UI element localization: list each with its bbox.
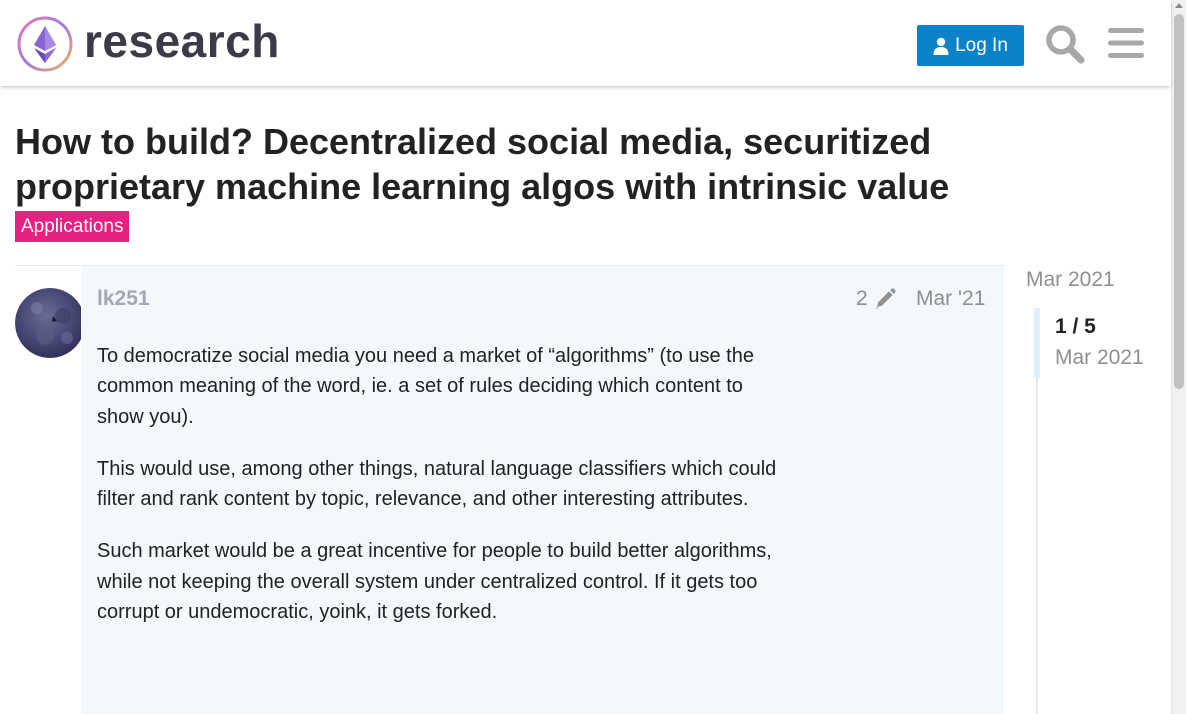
timeline-current-date: Mar 2021 [1055,346,1144,369]
avatar[interactable] [15,288,85,358]
site-header: research Log In [0,0,1171,86]
scrollbar-thumb[interactable] [1174,14,1184,389]
timeline-post-count: 1 / 5 [1055,315,1096,338]
post-paragraph: Such market would be a great incentive f… [97,540,772,624]
user-icon [933,37,949,55]
search-icon[interactable] [1045,24,1085,64]
post-paragraph: To democratize social media you need a m… [97,345,754,428]
post-content: To democratize social media you need a m… [97,341,787,649]
ethereum-logo-icon[interactable] [16,15,74,73]
post-date[interactable]: Mar '21 [916,284,985,314]
edit-count: 2 [856,287,868,310]
login-button[interactable]: Log In [917,25,1024,66]
hamburger-menu-icon[interactable] [1108,26,1144,60]
pencil-icon [875,288,896,309]
topic-title[interactable]: How to build? Decentralized social media… [15,119,1025,209]
scroll-up-arrow-icon[interactable] [1175,3,1183,8]
post-paragraph: This would use, among other things, natu… [97,457,777,511]
timeline-handle[interactable] [1034,308,1040,378]
login-label: Log In [955,34,1008,56]
site-logo-text[interactable]: research [84,13,280,69]
page-scrollbar[interactable] [1171,0,1186,714]
edit-history-button[interactable]: 2 [856,284,896,314]
category-badge[interactable]: Applications [15,211,130,242]
post-username[interactable]: lk251 [97,284,150,314]
timeline-start-date[interactable]: Mar 2021 [1026,265,1115,295]
